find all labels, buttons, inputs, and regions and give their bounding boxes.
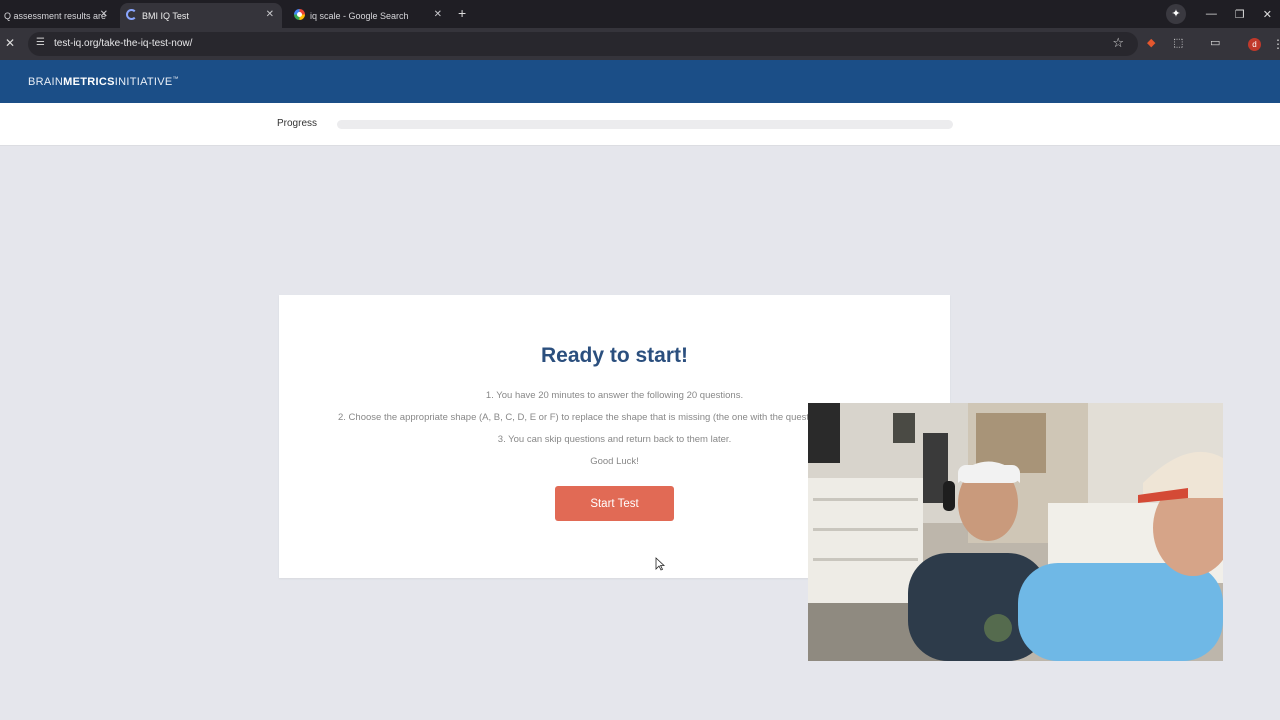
tab-google-search[interactable]: iq scale - Google Search ✕: [288, 3, 450, 28]
tab-iq-results[interactable]: Q assessment results are ✕: [0, 3, 116, 28]
url-text[interactable]: test-iq.org/take-the-iq-test-now/: [54, 38, 192, 49]
progress-section: Progress: [0, 103, 1280, 146]
tab-title: Q assessment results are: [4, 10, 107, 21]
brain-metrics-logo[interactable]: BRAINMETRICSINITIATIVE™: [28, 76, 179, 88]
google-icon: [294, 9, 305, 20]
close-tab-icon[interactable]: ✕: [266, 9, 274, 20]
side-panel-icon[interactable]: ▭: [1210, 36, 1220, 49]
bookmark-star-icon[interactable]: ☆: [1112, 35, 1124, 51]
close-tab-icon[interactable]: ✕: [100, 9, 108, 20]
progress-label: Progress: [277, 118, 318, 129]
trademark-mark: ™: [172, 76, 179, 83]
window-controls: — ❐ ✕: [1206, 0, 1272, 28]
profile-avatar[interactable]: d: [1248, 38, 1261, 51]
extension-icon[interactable]: ◆: [1147, 36, 1155, 49]
address-bar[interactable]: ☰ test-iq.org/take-the-iq-test-now/ ☆: [28, 32, 1138, 56]
loading-icon: [126, 9, 137, 20]
window-close-icon[interactable]: ✕: [1263, 8, 1272, 21]
new-tab-button[interactable]: +: [458, 5, 466, 21]
close-tab-icon[interactable]: ✕: [434, 9, 442, 20]
tab-title: iq scale - Google Search: [310, 10, 409, 21]
webcam-feed-image: [808, 403, 1223, 661]
gemini-icon[interactable]: ✦: [1166, 4, 1186, 24]
logo-part: INITIATIVE: [114, 76, 173, 88]
browser-tab-bar: Q assessment results are ✕ BMI IQ Test ✕…: [0, 0, 1280, 28]
webcam-overlay: [808, 403, 1223, 661]
card-title: Ready to start!: [540, 344, 689, 367]
tab-bmi-iq-test[interactable]: BMI IQ Test ✕: [120, 3, 282, 28]
logo-part-bold: METRICS: [63, 76, 115, 88]
tab-title: BMI IQ Test: [142, 10, 189, 21]
logo-part: BRAIN: [28, 76, 64, 88]
browser-menu-icon[interactable]: ⋮: [1272, 37, 1280, 51]
stop-loading-icon[interactable]: ✕: [5, 36, 15, 50]
site-header: BRAINMETRICSINITIATIVE™: [0, 60, 1280, 103]
progress-bar: [337, 120, 953, 129]
start-test-button[interactable]: Start Test: [555, 486, 674, 521]
mouse-cursor-icon: [655, 557, 665, 571]
extensions-puzzle-icon[interactable]: ⬚: [1173, 36, 1183, 49]
minimize-icon[interactable]: —: [1206, 8, 1217, 20]
restore-icon[interactable]: ❐: [1235, 8, 1245, 21]
site-info-icon[interactable]: ☰: [36, 37, 45, 48]
browser-toolbar: ✕ ☰ test-iq.org/take-the-iq-test-now/ ☆ …: [0, 28, 1280, 60]
